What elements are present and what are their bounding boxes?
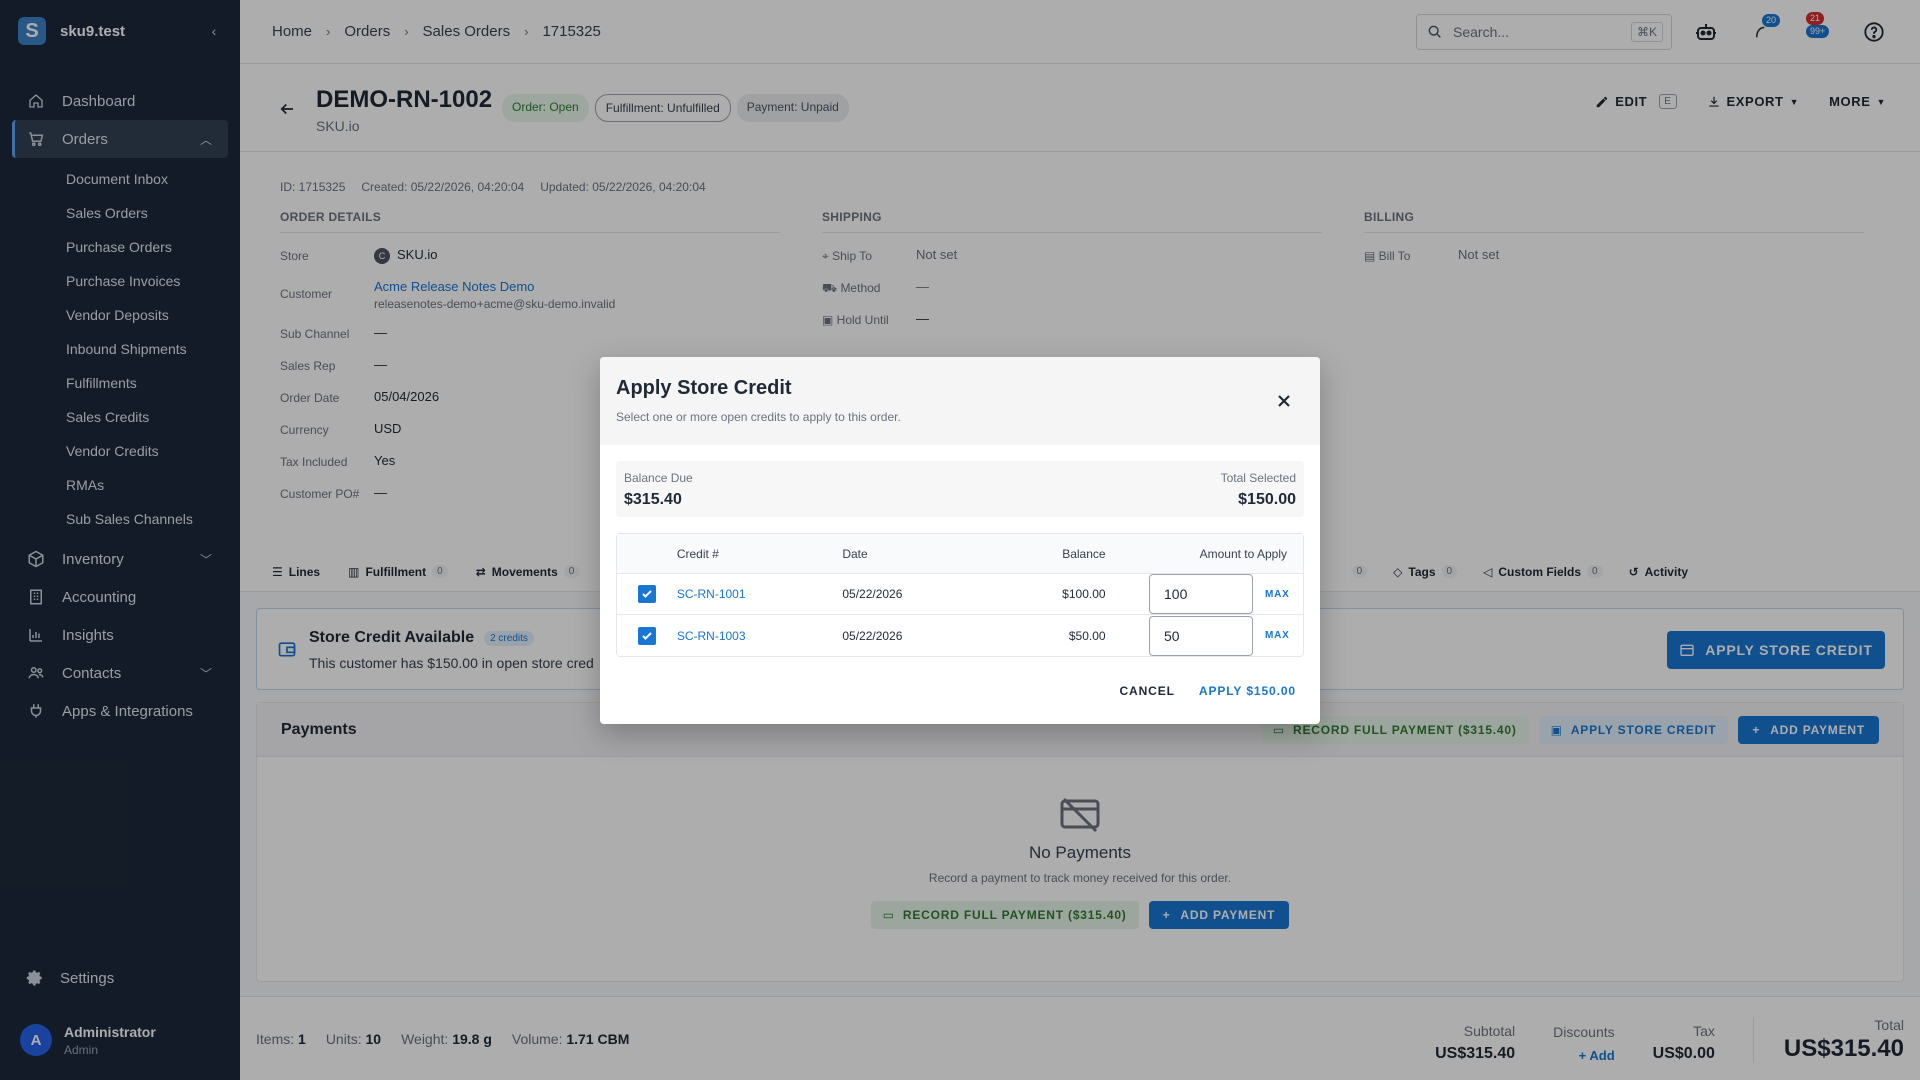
check-icon [637,585,656,603]
total-selected-value: $150.00 [1238,491,1296,508]
credit-number-link[interactable]: SC-RN-1001 [677,587,843,601]
credit-balance: $50.00 [1068,628,1106,643]
table-row: SC-RN-1003 05/22/2026 $50.00 MAX [617,615,1303,656]
dialog-header: Apply Store Credit Select one or more op… [600,357,1320,445]
credit-balance: $100.00 [1062,587,1106,601]
amount-cell: MAX [1106,574,1303,614]
column-header-amount: Amount to Apply [1106,547,1303,561]
amount-to-apply-input[interactable] [1149,574,1253,614]
credit-date: 05/22/2026 [842,628,903,643]
credit-summary: Balance Due $315.40 Total Selected $150.… [616,461,1304,517]
row-select-checkbox[interactable] [617,626,677,645]
apply-store-credit-dialog: Apply Store Credit Select one or more op… [600,357,1320,724]
total-selected: Total Selected $150.00 [1221,471,1296,509]
table-row: SC-RN-1001 05/22/2026 $100.00 MAX [617,574,1303,615]
credits-table: Credit # Date Balance Amount to Apply SC… [616,533,1304,657]
column-header-balance: Balance [1062,546,1106,561]
credit-number-link[interactable]: SC-RN-1003 [677,629,843,643]
check-icon [637,626,656,645]
dialog-subtitle: Select one or more open credits to apply… [616,410,901,424]
row-select-checkbox[interactable] [617,585,677,603]
credit-date: 05/22/2026 [842,587,903,601]
amount-header-label: Amount to Apply [1199,546,1287,561]
amount-to-apply-input[interactable] [1149,615,1253,656]
column-header-date: Date [842,546,868,561]
max-button[interactable]: MAX [1265,630,1295,641]
dialog-title: Apply Store Credit [616,377,792,399]
max-button[interactable]: MAX [1265,589,1295,600]
dialog-actions: CANCEL APPLY $150.00 [1119,684,1296,698]
close-icon[interactable] [1274,391,1294,411]
table-header-row: Credit # Date Balance Amount to Apply [617,534,1303,574]
cancel-button[interactable]: CANCEL [1119,684,1174,698]
amount-cell: MAX [1106,615,1303,656]
balance-due: Balance Due $315.40 [624,471,693,509]
column-header-credit: Credit # [676,546,719,561]
total-selected-label: Total Selected [1220,471,1296,485]
balance-due-value: $315.40 [624,491,682,508]
balance-due-label: Balance Due [624,471,693,485]
apply-credit-button[interactable]: APPLY $150.00 [1199,684,1296,698]
